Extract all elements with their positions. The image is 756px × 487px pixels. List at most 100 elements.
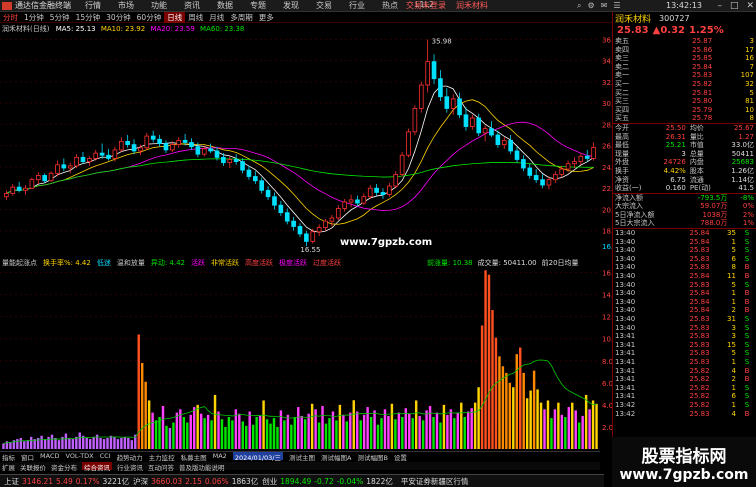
stock-name-link[interactable]: 润禾材料 — [456, 0, 488, 11]
menu-item[interactable]: 发现 — [283, 0, 299, 11]
stat-row: 今开 25.50 均价 25.67 — [613, 123, 756, 132]
candle — [74, 154, 79, 168]
index-name[interactable]: 上证 — [4, 476, 19, 487]
settings-icon[interactable]: ⚙ — [587, 1, 594, 11]
index-name[interactable]: 沪深 — [133, 476, 148, 487]
stat-row: 外盘 24726 内盘 25683 — [613, 158, 756, 167]
extension-tab[interactable]: 普及版功能说明 — [179, 462, 225, 472]
minimize-icon[interactable]: – — [717, 1, 722, 11]
menu-item[interactable]: 交易 — [316, 0, 332, 11]
mail-icon[interactable]: ✉ — [601, 1, 608, 11]
turnover-bar — [283, 420, 286, 449]
period-tab[interactable]: 1分钟 — [21, 12, 47, 23]
menu-item[interactable]: 资讯 — [184, 0, 200, 11]
indicator-tab[interactable]: CCI — [100, 452, 111, 460]
bid-price: 25.78 — [692, 114, 713, 123]
menu-item[interactable]: 数据 — [217, 0, 233, 11]
ad-banner[interactable]: 股票指标网 www.7gpzb.com — [612, 437, 756, 487]
turnover-bar — [532, 370, 536, 449]
close-icon[interactable]: ✕ — [746, 1, 754, 11]
turnover-bar — [466, 411, 470, 449]
extension-tab[interactable]: 行业资讯 — [117, 462, 143, 472]
tick-time: 13:41 — [615, 375, 636, 384]
tick-time: 13:41 — [615, 340, 636, 349]
extension-tab-active[interactable]: 综合资讯 — [82, 462, 112, 472]
indicator-tab[interactable]: 私募主图 — [181, 452, 207, 462]
turnover-bar — [567, 407, 570, 449]
indicator-tab[interactable]: MA2 — [213, 452, 227, 460]
turnover-bar — [477, 387, 480, 449]
turnover-bar — [196, 404, 199, 449]
bid-label: 买四 — [615, 105, 629, 114]
tick-price: 25.83 — [689, 280, 710, 289]
ask-volume: 3 — [749, 37, 754, 45]
menu-item[interactable]: 专题 — [250, 0, 266, 11]
turnover-bar — [421, 420, 425, 449]
period-tab[interactable]: 5分钟 — [47, 12, 73, 23]
turnover-bar — [88, 439, 92, 449]
tick-row: 13:40 25.83 8 B — [613, 263, 756, 272]
period-tab[interactable]: 30分钟 — [103, 12, 134, 23]
indicator-tab[interactable]: VOL-TDX — [65, 452, 93, 460]
turnover-bar — [109, 435, 113, 449]
index-name[interactable]: 创业 — [262, 476, 277, 487]
menu-item[interactable]: 行情 — [85, 0, 101, 11]
period-tab[interactable]: 周线 — [185, 12, 206, 23]
y-tick-label: 2.00 — [602, 424, 612, 432]
period-tab[interactable]: 15分钟 — [73, 12, 104, 23]
extension-tab[interactable]: 互动问答 — [148, 462, 174, 472]
turnover-bar — [269, 423, 272, 449]
indicator-tab[interactable]: 主力监控 — [149, 452, 175, 462]
extension-tab[interactable]: 资金分布 — [51, 462, 77, 472]
tick-price: 25.84 — [689, 229, 710, 238]
ma5-line — [6, 85, 594, 233]
extension-tab[interactable]: 扩展 — [2, 462, 15, 472]
menu-item[interactable]: 热点 — [382, 0, 398, 11]
tick-price: 25.84 — [689, 306, 710, 315]
stock-code: 300727 — [659, 13, 690, 23]
extension-tab[interactable]: 关联报价 — [20, 462, 46, 472]
maximize-icon[interactable]: □ — [730, 1, 739, 11]
stat-label: 流通 — [689, 175, 704, 184]
indicator-tab[interactable]: 测试幅图A — [321, 452, 351, 462]
turnover-bar — [525, 398, 529, 449]
indicator-tab[interactable]: 测试幅图B — [357, 452, 387, 462]
period-tab-daily[interactable]: 日线 — [164, 11, 186, 23]
indicator-tab[interactable]: 趋势动力 — [117, 452, 143, 462]
indicator-tab[interactable]: 测试主图 — [289, 452, 315, 462]
menu-item[interactable]: 行业 — [349, 0, 365, 11]
y-tick-label: 36.00 — [602, 36, 612, 44]
indicator-tab[interactable]: 设置 — [394, 452, 407, 462]
period-tab[interactable]: 多周期 — [227, 12, 256, 23]
period-tab[interactable]: 60分钟 — [134, 12, 165, 23]
turnover-bar — [102, 439, 106, 449]
candle — [61, 158, 67, 172]
list-icon[interactable]: ☰ — [613, 1, 620, 11]
indicator-tab[interactable]: 指标 — [2, 452, 15, 462]
stock-name: 润禾材料 — [615, 14, 652, 25]
turnover-bar — [78, 432, 81, 449]
stat-value: 26.31 — [665, 132, 686, 141]
period-tab[interactable]: 更多 — [256, 12, 277, 23]
stat-label: 净资 — [615, 175, 629, 184]
indicator-tab[interactable]: MACD — [40, 452, 59, 460]
bid-volume: 32 — [745, 79, 754, 88]
candle — [546, 176, 552, 190]
y-tick-label: 26.00 — [602, 143, 612, 151]
period-tab[interactable]: 月线 — [206, 12, 227, 23]
login-status-link[interactable]: 交易未登录 — [406, 0, 446, 11]
search-icon[interactable]: ⌕ — [577, 1, 581, 11]
period-tab[interactable]: 分时 — [0, 12, 21, 23]
menu-item[interactable]: 功能 — [151, 0, 167, 11]
status-news[interactable]: 平安证券新疆区行情 — [401, 476, 469, 487]
turnover-bar — [2, 443, 5, 449]
bid-volume: 5 — [749, 88, 754, 97]
turnover-bar — [515, 354, 518, 449]
turnover-bar — [491, 310, 494, 449]
candlestick-chart[interactable]: 36.00 34.00 32.00 30.00 28.00 26.00 24.00 22.00… — [0, 32, 612, 254]
indicator-tab[interactable]: 窗口 — [21, 452, 34, 462]
turnover-bar — [359, 420, 362, 449]
candle — [425, 39, 430, 93]
menu-item[interactable]: 市场 — [118, 0, 134, 11]
turnover-chart[interactable]: 16.00 14.00 12.00 10.00 8.00 6.00 4.00 2.00 — [0, 255, 612, 451]
